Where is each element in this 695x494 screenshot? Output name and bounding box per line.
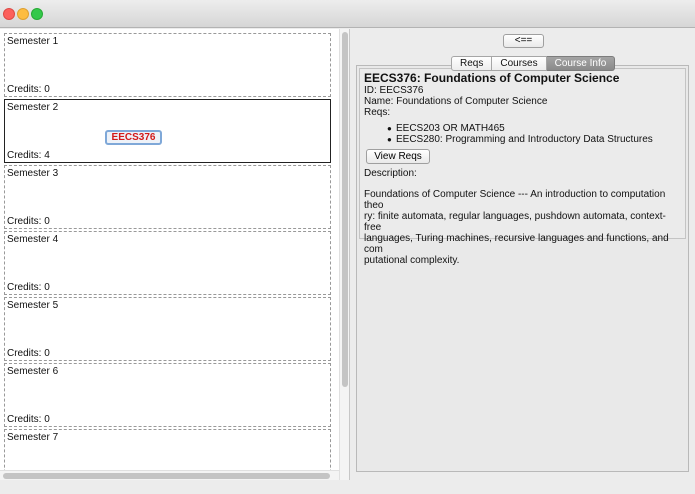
description-line: putational complexity.: [364, 255, 460, 266]
course-chip-eecs376[interactable]: EECS376: [105, 130, 162, 145]
semester-box-4[interactable]: Semester 4 Credits: 0: [4, 231, 331, 295]
semester-box-6[interactable]: Semester 6 Credits: 0: [4, 363, 331, 427]
tab-panel: EECS376: Foundations of Computer Science…: [356, 65, 689, 472]
course-info-box: EECS376: Foundations of Computer Science…: [359, 68, 686, 266]
description-label: Description:: [364, 168, 417, 179]
semester-title: Semester 3: [7, 168, 59, 179]
requirement-item: EECS280: Programming and Introductory Da…: [387, 134, 681, 145]
semester-title: Semester 4: [7, 234, 59, 245]
semester-credits: Credits: 0: [7, 348, 50, 359]
zoom-window-button[interactable]: [31, 8, 43, 20]
tab-courses[interactable]: Courses: [492, 56, 547, 71]
course-detail-pane: <== EECS376: Foundations of Computer Sci…: [351, 29, 695, 480]
semester-box-1[interactable]: Semester 1 Credits: 0: [4, 33, 331, 97]
semester-credits: Credits: 4: [7, 150, 50, 161]
vertical-scrollbar-thumb[interactable]: [342, 32, 348, 387]
course-name: Name: Foundations of Computer Science: [364, 96, 548, 107]
semester-title: Semester 2: [7, 102, 59, 113]
requirement-item: EECS203 OR MATH465: [387, 123, 681, 134]
course-title: EECS376: Foundations of Computer Science: [364, 71, 620, 85]
semester-planner-pane: Semester 1 Credits: 0 Semester 2 EECS376…: [0, 29, 350, 480]
semester-box-2[interactable]: Semester 2 EECS376 Credits: 4: [4, 99, 331, 163]
requirements-list: EECS203 OR MATH465 EECS280: Programming …: [387, 123, 681, 145]
course-description: Foundations of Computer Science --- An i…: [364, 189, 681, 266]
semester-title: Semester 1: [7, 36, 59, 47]
semester-box-5[interactable]: Semester 5 Credits: 0: [4, 297, 331, 361]
window-titlebar: [0, 0, 695, 28]
tab-reqs[interactable]: Reqs: [451, 56, 493, 71]
view-reqs-button[interactable]: View Reqs: [366, 149, 430, 164]
back-button[interactable]: <==: [503, 34, 544, 48]
tab-bar: Reqs Courses Course Info: [451, 56, 616, 71]
semester-title: Semester 6: [7, 366, 59, 377]
semester-credits: Credits: 0: [7, 282, 50, 293]
vertical-scrollbar[interactable]: [339, 29, 349, 480]
reqs-label: Reqs:: [364, 107, 391, 118]
minimize-window-button[interactable]: [17, 8, 29, 20]
semester-credits: Credits: 0: [7, 414, 50, 425]
tab-course-info[interactable]: Course Info: [546, 56, 616, 71]
close-window-button[interactable]: [3, 8, 15, 20]
semester-credits: Credits: 0: [7, 216, 50, 227]
semester-title: Semester 5: [7, 300, 59, 311]
course-id: ID: EECS376: [364, 85, 424, 96]
semester-box-3[interactable]: Semester 3 Credits: 0: [4, 165, 331, 229]
semester-title: Semester 7: [7, 432, 59, 443]
horizontal-scrollbar[interactable]: [0, 470, 339, 480]
horizontal-scrollbar-thumb[interactable]: [3, 473, 330, 479]
description-line: languages, Turing machines, recursive la…: [364, 233, 669, 255]
description-line: ry: finite automata, regular languages, …: [364, 211, 666, 233]
description-line: Foundations of Computer Science --- An i…: [364, 189, 666, 211]
semester-credits: Credits: 0: [7, 84, 50, 95]
